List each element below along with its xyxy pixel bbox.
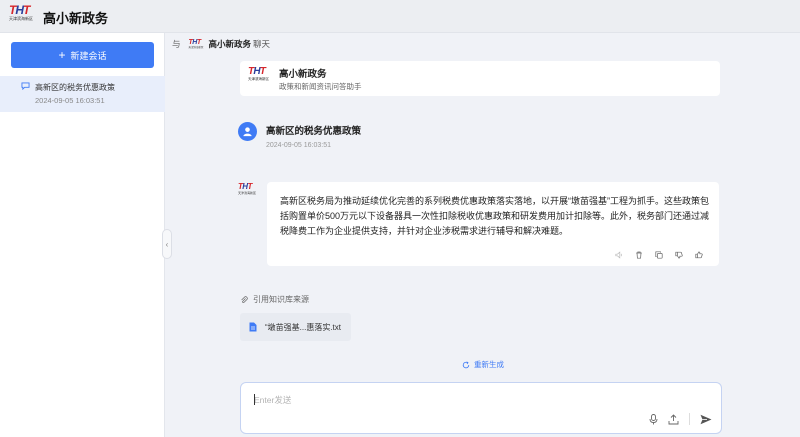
app-title: 高小新政务	[43, 11, 109, 26]
bot-description: 政策和新闻资讯问答助手	[279, 82, 362, 91]
chat-main: 与 THT 天津滨海新区 高小新政务 聊天 THT 天津滨海新区 高小新政务 政…	[165, 33, 800, 437]
composer-toolbar	[649, 413, 712, 425]
user-message-time: 2024-09-05 16:03:51	[266, 142, 331, 149]
user-message: 高新区的税务优惠政策	[266, 126, 362, 137]
app-logo: THT 天津滨海新区	[9, 3, 33, 21]
knowledge-file-item[interactable]: “墩苗强基...惠落实.txt	[240, 313, 351, 341]
new-chat-label: 新建会话	[70, 50, 107, 61]
delete-icon[interactable]	[635, 251, 643, 259]
chat-bubble-icon	[21, 82, 30, 90]
knowledge-label-text: 引用知识库来源	[253, 295, 309, 304]
regenerate-button[interactable]: 重新生成	[462, 359, 504, 370]
document-icon	[249, 322, 257, 332]
bot-name: 高小新政务	[279, 69, 327, 80]
top-bar: THT 天津滨海新区 高小新政务	[0, 0, 800, 33]
ai-answer-card: 高新区税务局为推动延续优化完善的系列税费优惠政策落实落地，以开展“墩苗强基”工程…	[267, 182, 719, 266]
sidebar: + 新建会话 高新区的税务优惠政策 2024-09-05 16:03:51	[0, 33, 165, 437]
user-icon	[243, 127, 252, 137]
bot-logo: THT 天津滨海新区	[248, 66, 269, 82]
answer-toolbar	[615, 251, 703, 259]
session-time: 2024-09-05 16:03:51	[35, 96, 105, 105]
chat-header: 与 THT 天津滨海新区 高小新政务 聊天	[172, 38, 270, 50]
message-input[interactable]	[254, 394, 634, 410]
upload-icon[interactable]	[668, 413, 679, 425]
session-item[interactable]: 高新区的税务优惠政策 2024-09-05 16:03:51	[0, 76, 165, 112]
dislike-icon[interactable]	[675, 251, 683, 259]
chat-bot-name: 高小新政务	[208, 39, 252, 49]
new-chat-button[interactable]: + 新建会话	[11, 42, 154, 68]
ai-avatar: THT 天津滨海新区	[238, 182, 257, 196]
plus-icon: +	[58, 48, 66, 62]
chat-suffix: 聊天	[253, 39, 271, 49]
bot-info-card: THT 天津滨海新区 高小新政务 政策和新闻资讯问答助手	[240, 61, 720, 96]
session-title: 高新区的税务优惠政策	[35, 83, 115, 92]
chat-with-label: 与	[172, 39, 181, 49]
paperclip-icon	[241, 295, 248, 303]
bot-logo-small: THT 天津滨海新区	[188, 38, 204, 49]
toolbar-divider	[689, 413, 690, 425]
user-avatar	[238, 122, 257, 141]
like-icon[interactable]	[695, 251, 703, 259]
speaker-icon[interactable]	[615, 251, 623, 259]
microphone-icon[interactable]	[649, 413, 658, 425]
ai-answer-text: 高新区税务局为推动延续优化完善的系列税费优惠政策落实落地，以开展“墩苗强基”工程…	[280, 196, 710, 236]
send-icon[interactable]	[700, 414, 712, 425]
text-cursor	[254, 394, 255, 405]
message-composer	[240, 382, 722, 434]
refresh-icon	[462, 360, 470, 368]
copy-icon[interactable]	[655, 251, 663, 259]
regenerate-label: 重新生成	[474, 360, 504, 369]
knowledge-file-name: “墩苗强基...惠落实.txt	[265, 322, 341, 332]
knowledge-source-label: 引用知识库来源	[240, 294, 309, 305]
